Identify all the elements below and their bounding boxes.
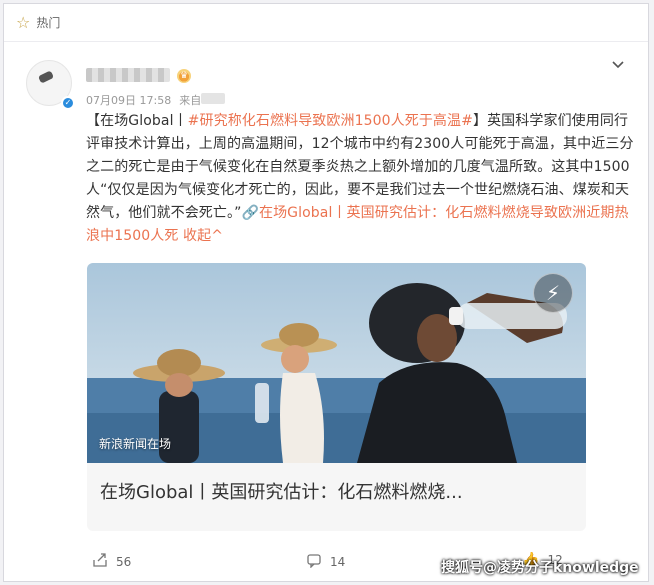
lead-text: 【在场Global丨 [86, 113, 188, 129]
verified-badge-icon: ✓ [61, 96, 75, 110]
watermark: 搜狐号@凌势分子knowledge [441, 560, 639, 576]
comment-count: 14 [330, 555, 346, 569]
post-time[interactable]: 07月09日 17:58 [86, 92, 171, 108]
share-count: 56 [116, 555, 132, 569]
hot-label: 热门 [36, 16, 61, 30]
card-title[interactable]: 在场Global丨英国研究估计：化石燃料燃烧... [100, 478, 570, 504]
collapse-link[interactable]: 收起^ [183, 228, 223, 244]
source-blurred [201, 93, 226, 104]
hot-header: ☆ 热门 [4, 4, 648, 42]
star-outline-icon: ☆ [16, 13, 31, 32]
comment-button[interactable]: 14 [306, 552, 345, 572]
post-meta: 07月09日 17:58 来自 [86, 92, 226, 108]
share-button[interactable]: 56 [92, 552, 131, 572]
username-blurred[interactable] [86, 68, 170, 82]
share-icon [92, 552, 108, 572]
chevron-down-icon[interactable] [610, 56, 626, 72]
lightning-icon[interactable]: ⚡ [533, 273, 573, 313]
post-body: 【在场Global丨#研究称化石燃料导致欧洲1500人死于高温#】英国科学家们使… [86, 110, 634, 248]
article-image: ⚡ 新浪新闻在场 [87, 263, 586, 463]
member-badge-icon: ♛ [177, 69, 191, 83]
hashtag-link[interactable]: #研究称化石燃料导致欧洲1500人死于高温# [188, 113, 473, 129]
card-source-tag: 新浪新闻在场 [99, 437, 172, 451]
source-prefix: 来自 [179, 94, 202, 107]
article-card[interactable]: ⚡ 新浪新闻在场 在场Global丨英国研究估计：化石燃料燃烧... [87, 263, 586, 531]
comment-icon [306, 552, 322, 572]
